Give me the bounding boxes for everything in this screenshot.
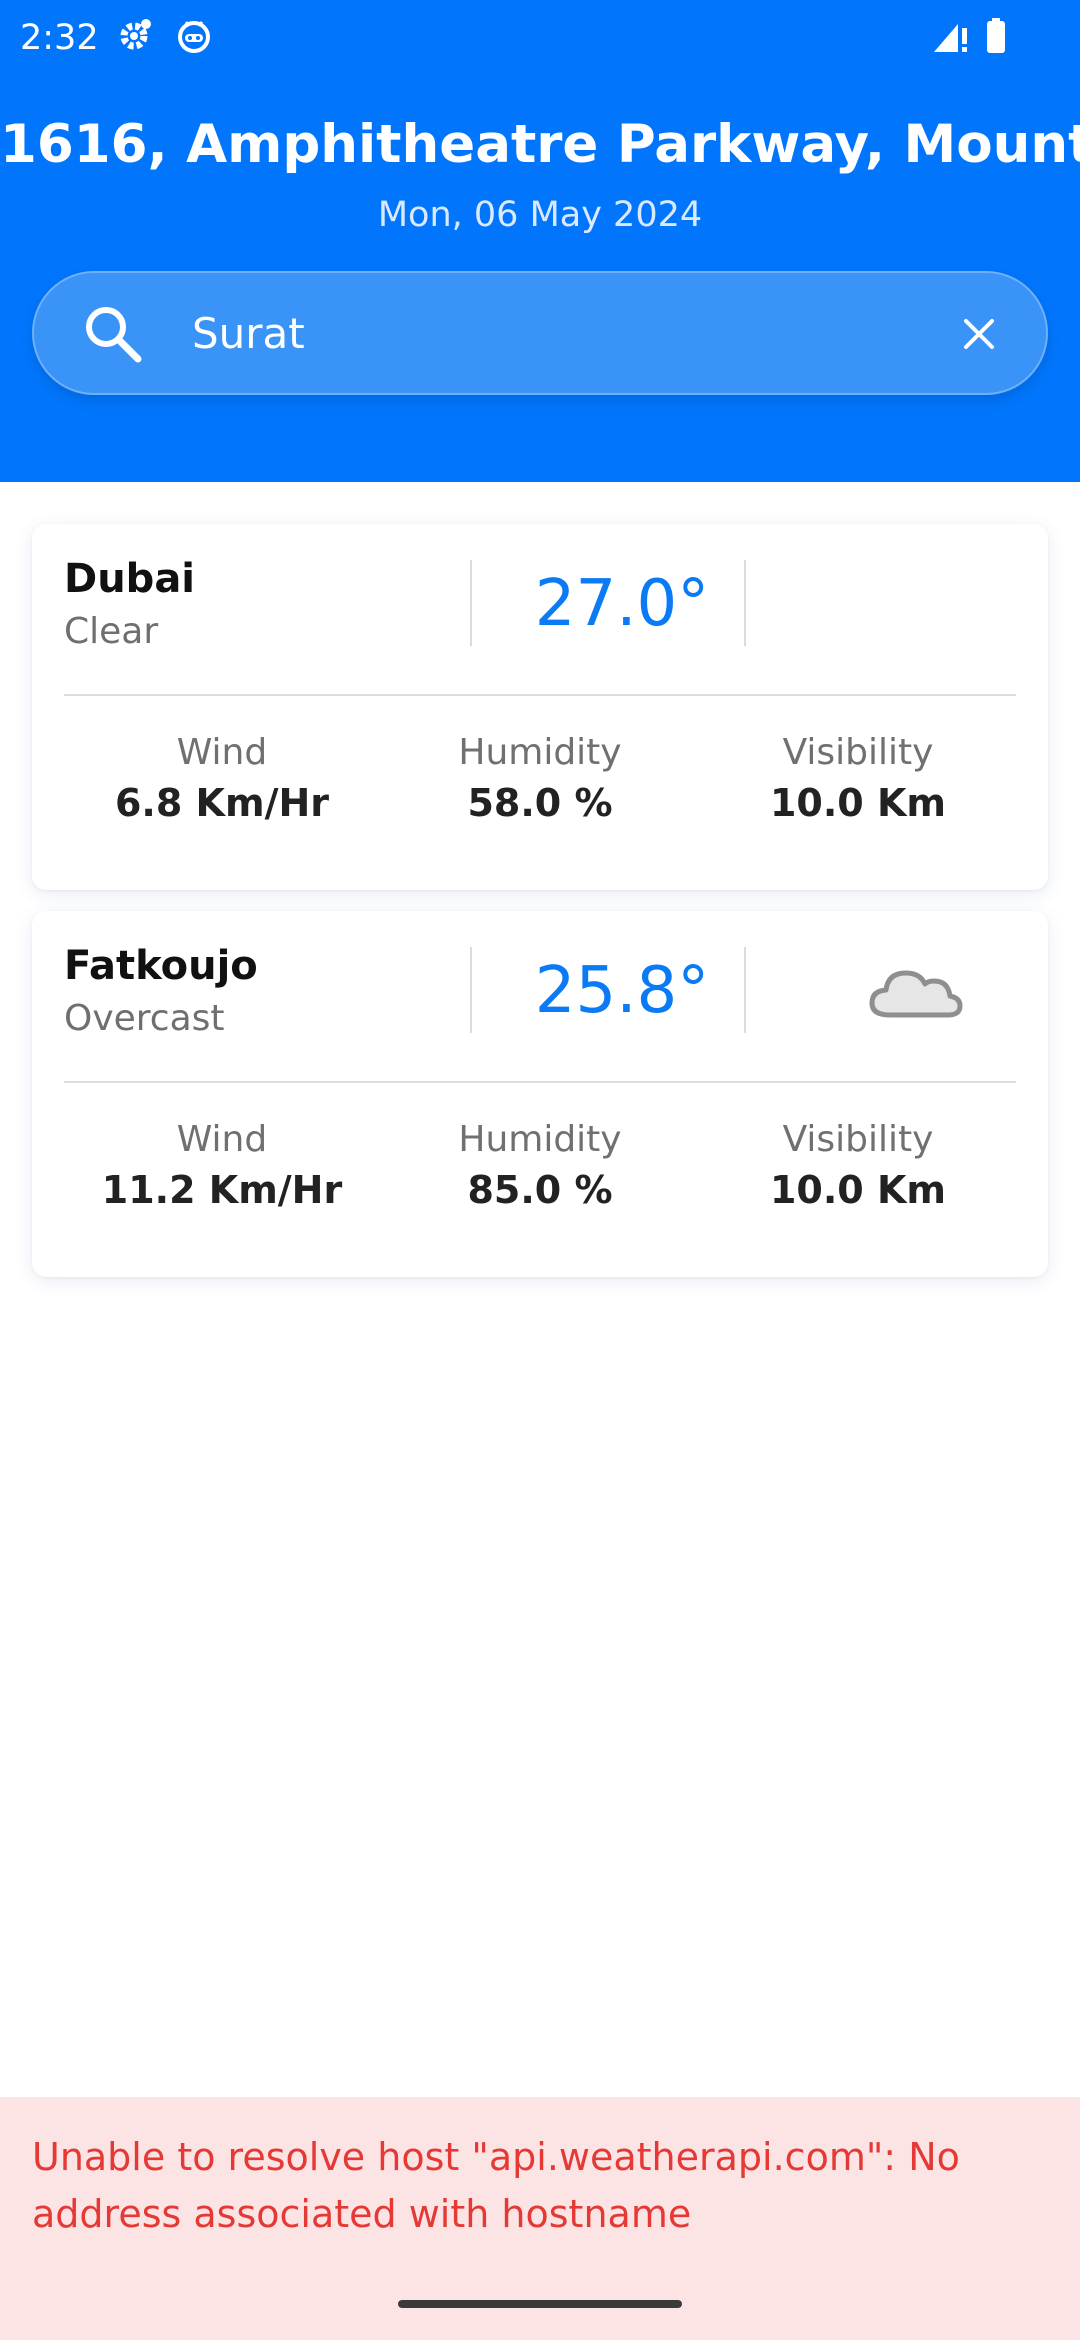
condition-text: Overcast (64, 998, 225, 1039)
weather-card-fatkoujo[interactable]: Fatkoujo Overcast 25.8° Wind 11.2 Km/Hr … (32, 911, 1048, 1277)
city-name: Dubai (64, 556, 196, 602)
header: 2:32 1616, Amphitheatre Parkway, Mountai… (0, 0, 1080, 482)
visibility-stat: Visibility 10.0 Km (708, 730, 1008, 830)
visibility-stat: Visibility 10.0 Km (708, 1117, 1008, 1217)
wind-stat: Wind 11.2 Km/Hr (72, 1117, 372, 1217)
close-icon[interactable] (956, 311, 1002, 357)
cloud-icon (869, 970, 963, 1018)
wind-label: Wind (176, 732, 268, 773)
battery-icon (987, 18, 1005, 53)
wind-value: 6.8 Km/Hr (114, 781, 329, 825)
weather-list: Dubai Clear 27.0° Wind 6.8 Km/Hr Humidit… (0, 482, 1080, 2097)
visibility-value: 10.0 Km (769, 781, 947, 825)
status-bar: 2:32 (0, 0, 1080, 76)
visibility-label: Visibility (782, 732, 934, 773)
divider (64, 694, 1016, 696)
wind-value: 11.2 Km/Hr (101, 1168, 343, 1212)
visibility-label: Visibility (782, 1119, 934, 1160)
android-robot-icon (178, 21, 210, 53)
divider (64, 1081, 1016, 1083)
temperature: 27.0° (534, 567, 710, 641)
navigation-handle[interactable] (398, 2300, 682, 2308)
signal-icon (934, 24, 967, 52)
condition-text: Clear (64, 611, 159, 652)
status-time: 2:32 (20, 18, 99, 58)
temperature: 25.8° (534, 954, 710, 1028)
search-icon[interactable] (82, 303, 144, 365)
city-name: Fatkoujo (64, 943, 258, 989)
divider (744, 560, 746, 646)
settings-gear-icon (120, 19, 151, 50)
humidity-value: 58.0 % (467, 781, 613, 825)
visibility-value: 10.0 Km (769, 1168, 947, 1212)
humidity-value: 85.0 % (467, 1168, 613, 1212)
weather-card-dubai[interactable]: Dubai Clear 27.0° Wind 6.8 Km/Hr Humidit… (32, 524, 1048, 890)
wind-label: Wind (176, 1119, 268, 1160)
error-message: Unable to resolve host "api.weatherapi.c… (32, 2135, 960, 2236)
divider (744, 947, 746, 1033)
location-title: 1616, Amphitheatre Parkway, Mountain Vie… (0, 114, 1080, 175)
humidity-label: Humidity (458, 1119, 622, 1160)
date-text: Mon, 06 May 2024 (377, 195, 703, 235)
humidity-label: Humidity (458, 732, 622, 773)
search-bar[interactable]: Surat (32, 271, 1048, 395)
moon-icon (905, 588, 922, 622)
humidity-stat: Humidity 85.0 % (390, 1117, 690, 1217)
search-input[interactable]: Surat (192, 305, 305, 363)
humidity-stat: Humidity 58.0 % (390, 730, 690, 830)
wind-stat: Wind 6.8 Km/Hr (72, 730, 372, 830)
